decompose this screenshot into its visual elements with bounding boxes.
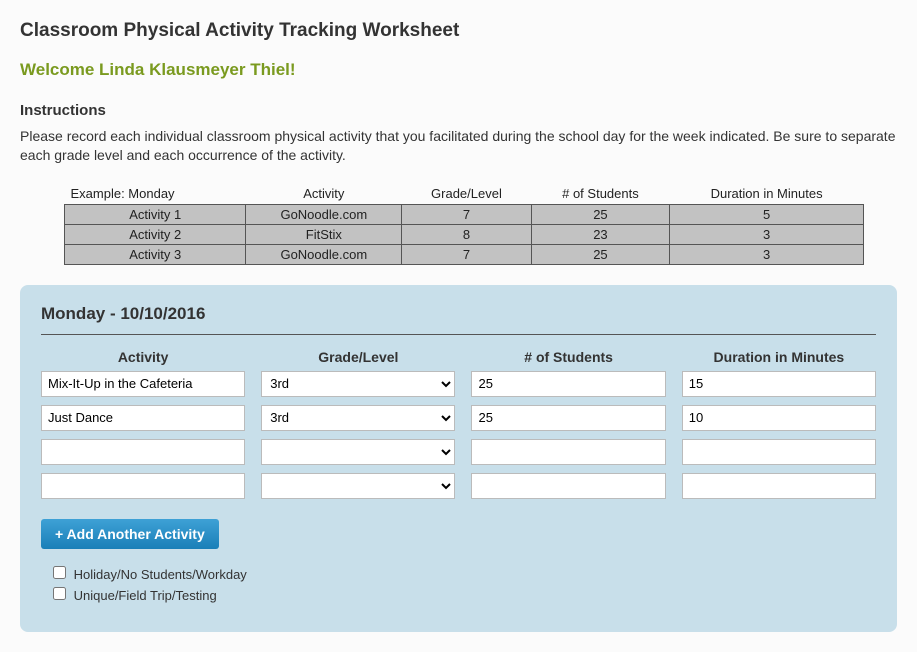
table-row: Activity 3 GoNoodle.com 7 25 3 (65, 244, 864, 264)
table-row: Activity 2 FitStix 8 23 3 (65, 224, 864, 244)
students-input[interactable] (471, 473, 665, 499)
example-header-grade: Grade/Level (402, 183, 531, 205)
unique-checkbox-label[interactable]: Unique/Field Trip/Testing (49, 584, 876, 603)
example-cell: GoNoodle.com (246, 244, 402, 264)
panel-date-label: Monday - 10/10/2016 (41, 304, 876, 324)
activity-row (41, 439, 876, 465)
duration-input[interactable] (682, 473, 876, 499)
unique-checkbox-text: Unique/Field Trip/Testing (74, 588, 217, 603)
students-input[interactable] (471, 371, 665, 397)
students-input[interactable] (471, 405, 665, 431)
example-table: Example: Monday Activity Grade/Level # o… (64, 183, 864, 265)
example-cell: 7 (402, 204, 531, 224)
checkbox-group: Holiday/No Students/Workday Unique/Field… (41, 563, 876, 603)
example-cell: 25 (531, 204, 670, 224)
activity-row: 3rd (41, 371, 876, 397)
grade-select[interactable] (261, 473, 455, 499)
example-cell: 5 (670, 204, 864, 224)
activity-input[interactable] (41, 371, 245, 397)
instructions-heading: Instructions (20, 102, 897, 119)
example-cell: 25 (531, 244, 670, 264)
table-row: Activity 1 GoNoodle.com 7 25 5 (65, 204, 864, 224)
example-cell: Activity 1 (65, 204, 246, 224)
activity-row (41, 473, 876, 499)
unique-checkbox[interactable] (53, 587, 66, 600)
example-cell: 3 (670, 244, 864, 264)
students-input[interactable] (471, 439, 665, 465)
activity-input[interactable] (41, 473, 245, 499)
form-header-row: Activity Grade/Level # of Students Durat… (41, 349, 876, 365)
activity-input[interactable] (41, 439, 245, 465)
activity-row: 3rd (41, 405, 876, 431)
grade-select[interactable]: 3rd (261, 371, 455, 397)
example-header-activity: Activity (246, 183, 402, 205)
duration-input[interactable] (682, 405, 876, 431)
col-header-duration: Duration in Minutes (682, 349, 876, 365)
holiday-checkbox-label[interactable]: Holiday/No Students/Workday (49, 563, 876, 582)
entry-panel: Monday - 10/10/2016 Activity Grade/Level… (20, 285, 897, 632)
divider (41, 334, 876, 335)
col-header-activity: Activity (41, 349, 245, 365)
add-another-activity-button[interactable]: + Add Another Activity (41, 519, 219, 549)
example-cell: FitStix (246, 224, 402, 244)
holiday-checkbox[interactable] (53, 566, 66, 579)
example-cell: Activity 3 (65, 244, 246, 264)
example-cell: Activity 2 (65, 224, 246, 244)
example-header-students: # of Students (531, 183, 670, 205)
example-cell: 23 (531, 224, 670, 244)
page-title: Classroom Physical Activity Tracking Wor… (20, 20, 897, 42)
col-header-students: # of Students (471, 349, 665, 365)
example-cell: 7 (402, 244, 531, 264)
grade-select[interactable] (261, 439, 455, 465)
example-table-wrap: Example: Monday Activity Grade/Level # o… (64, 183, 864, 265)
instructions-text: Please record each individual classroom … (20, 127, 897, 165)
duration-input[interactable] (682, 439, 876, 465)
activity-input[interactable] (41, 405, 245, 431)
welcome-message: Welcome Linda Klausmeyer Thiel! (20, 60, 897, 80)
duration-input[interactable] (682, 371, 876, 397)
example-cell: 3 (670, 224, 864, 244)
example-cell: 8 (402, 224, 531, 244)
col-header-grade: Grade/Level (261, 349, 455, 365)
example-header-duration: Duration in Minutes (670, 183, 864, 205)
example-cell: GoNoodle.com (246, 204, 402, 224)
example-header-day: Example: Monday (65, 183, 246, 205)
holiday-checkbox-text: Holiday/No Students/Workday (74, 567, 247, 582)
grade-select[interactable]: 3rd (261, 405, 455, 431)
